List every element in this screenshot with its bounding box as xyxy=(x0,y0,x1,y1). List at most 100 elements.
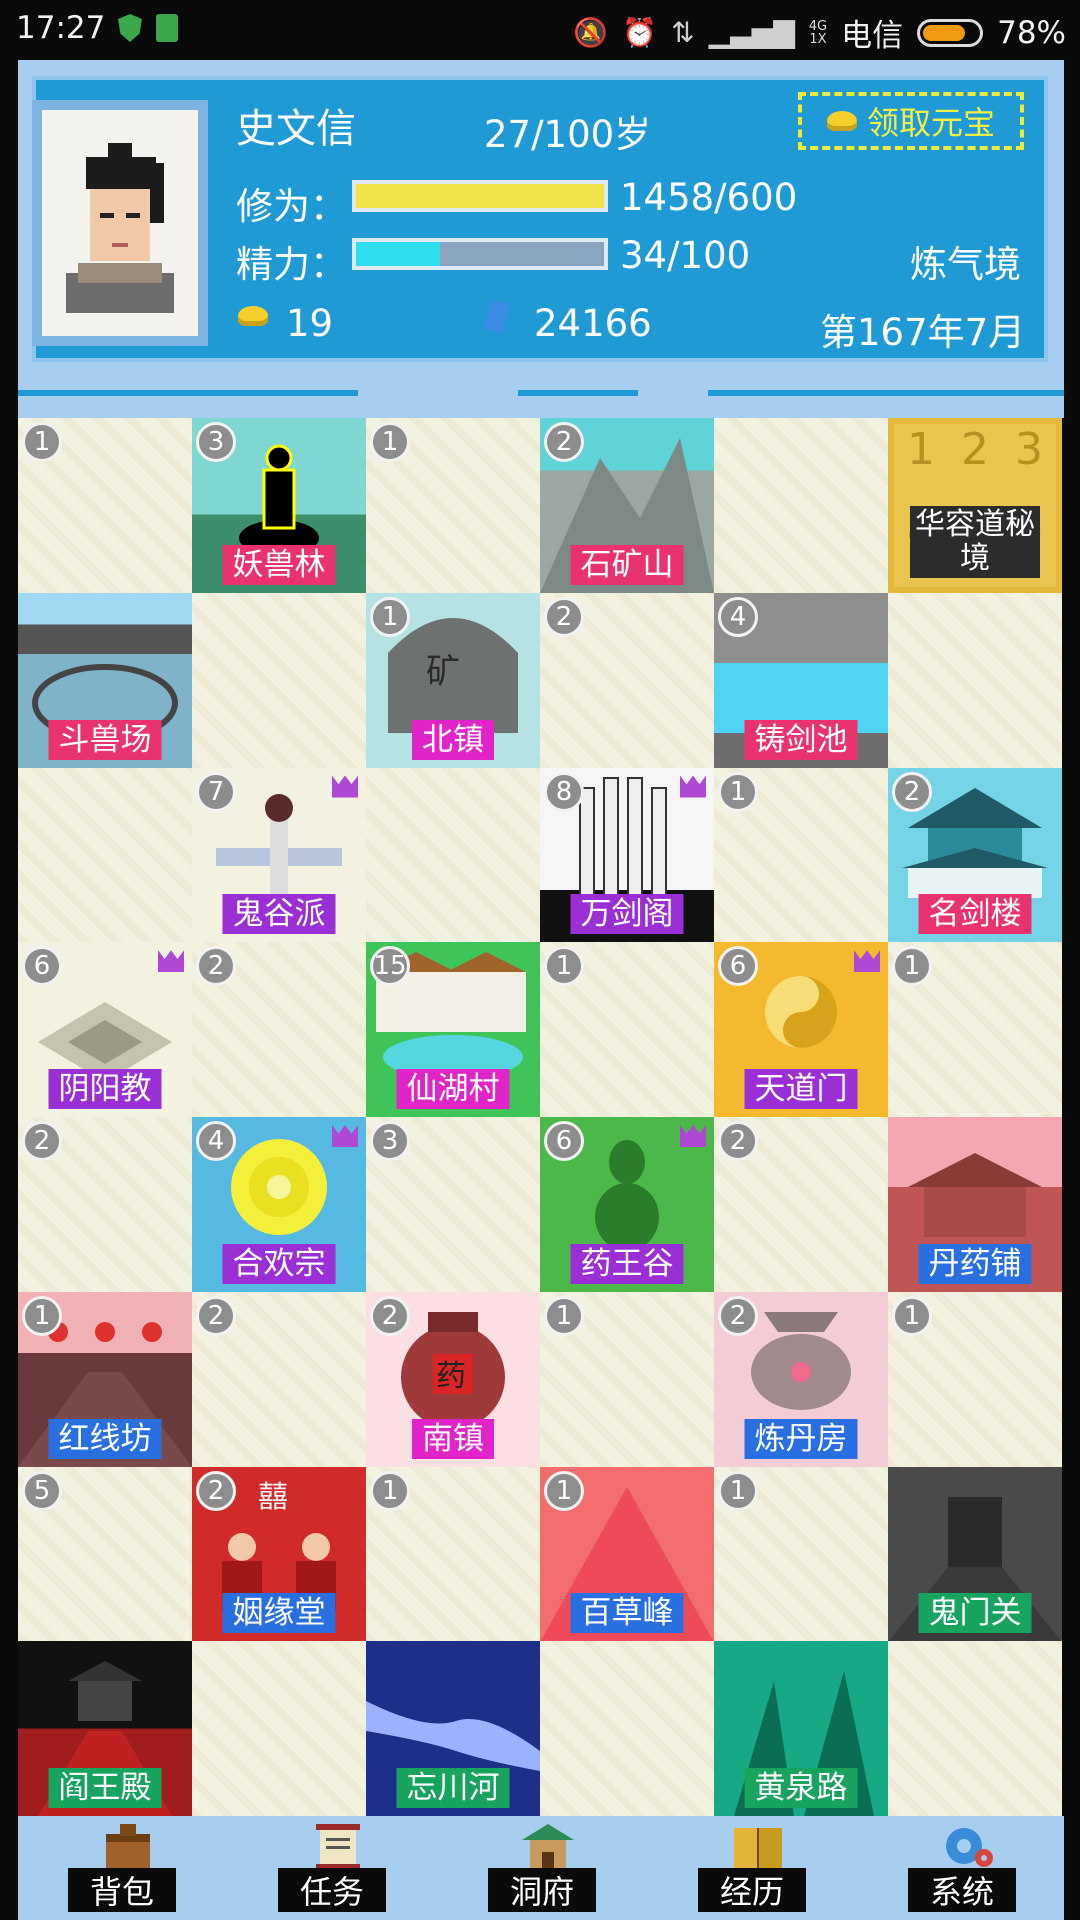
level-badge: 2 xyxy=(370,1295,410,1336)
puzzle-digit: 1 xyxy=(907,424,935,475)
alarm-icon: ⏰ xyxy=(622,16,658,49)
map-location[interactable]: 丹药铺 xyxy=(888,1117,1062,1292)
map-tile-empty: 2 xyxy=(18,1117,192,1292)
location-label: 铸剑池 xyxy=(744,719,858,760)
level-badge: 8 xyxy=(544,771,584,812)
shield-icon xyxy=(118,14,142,42)
map-location[interactable]: 6 药王谷 xyxy=(540,1117,714,1292)
scroll-icon xyxy=(316,1824,360,1870)
crystal-amount: 24166 xyxy=(534,302,652,345)
cultivation-bar xyxy=(352,180,608,212)
location-label: 妖兽林 xyxy=(222,544,336,585)
realm-label: 炼气境 xyxy=(910,243,1021,286)
map-location[interactable]: 鬼门关 xyxy=(888,1466,1062,1642)
map-tile-empty: 1 xyxy=(540,942,714,1117)
energy-bar xyxy=(352,238,608,270)
map-location[interactable]: 忘川河 xyxy=(366,1641,540,1816)
location-label: 鬼谷派 xyxy=(222,894,336,935)
game-date: 第167年7月 xyxy=(820,311,1026,354)
map-tile-empty xyxy=(192,592,366,768)
location-label: 天道门 xyxy=(744,1069,858,1109)
nav-bag[interactable]: 背包 xyxy=(58,1816,198,1920)
map-location[interactable]: 黄泉路 xyxy=(714,1641,888,1816)
book-icon xyxy=(734,1828,782,1868)
map-tile-empty xyxy=(888,1641,1062,1816)
mute-icon: 🔕 xyxy=(573,16,609,49)
map-location[interactable]: 4 合欢宗 xyxy=(192,1117,366,1292)
player-portrait[interactable] xyxy=(32,100,208,346)
map-location[interactable]: 3 妖兽林 xyxy=(192,418,366,593)
level-badge: 2 xyxy=(196,1295,236,1336)
bottom-nav: 背包 任务 洞府 经历 系统 xyxy=(18,1816,1064,1920)
level-badge: 1 xyxy=(22,422,62,462)
map-location[interactable]: 矿 1 北镇 xyxy=(366,592,540,768)
puzzle-digit: 3 xyxy=(1015,424,1043,475)
map-location[interactable]: 斗兽场 xyxy=(18,592,192,768)
bag-icon xyxy=(106,1824,150,1870)
location-label: 名剑楼 xyxy=(918,894,1032,935)
map-tile-empty: 1 xyxy=(366,1466,540,1642)
map-tile-empty: 1 xyxy=(714,1466,888,1642)
map-location[interactable]: 阎王殿 xyxy=(18,1641,192,1816)
nav-task[interactable]: 任务 xyxy=(268,1816,408,1920)
map-location[interactable]: 6 天道门 xyxy=(714,942,888,1117)
battery-icon xyxy=(917,18,984,47)
map-tile-empty: 5 xyxy=(18,1466,192,1642)
map-location[interactable]: 6 阴阳教 xyxy=(18,942,192,1117)
sim-icon xyxy=(156,14,178,42)
location-label: 姻缘堂 xyxy=(222,1593,336,1634)
map-location[interactable]: 2 石矿山 xyxy=(540,418,714,593)
map-location[interactable]: 2 名剑楼 xyxy=(888,767,1062,943)
level-badge: 2 xyxy=(544,422,584,462)
level-badge: 4 xyxy=(718,596,758,637)
map-tile-empty xyxy=(192,1641,366,1816)
level-badge: 1 xyxy=(718,771,758,812)
map-tile-empty: 1 xyxy=(540,1291,714,1467)
map-location[interactable]: 2 炼丹房 xyxy=(714,1291,888,1467)
energy-label: 精力： xyxy=(236,243,347,286)
nav-cave[interactable]: 洞府 xyxy=(478,1816,618,1920)
map-location[interactable]: 4 铸剑池 xyxy=(714,592,888,768)
level-badge: 7 xyxy=(196,771,236,812)
map-location[interactable]: 1 百草峰 xyxy=(540,1466,714,1642)
level-badge: 2 xyxy=(196,1470,236,1511)
level-badge: 1 xyxy=(718,1470,758,1511)
nav-history[interactable]: 经历 xyxy=(688,1816,828,1920)
level-badge: 2 xyxy=(718,1121,758,1161)
map-location[interactable]: 囍 2 姻缘堂 xyxy=(192,1466,366,1642)
map-tile-empty: 2 xyxy=(540,592,714,768)
location-label: 南镇 xyxy=(412,1418,494,1459)
status-bar: 17:27 🔕 ⏰ ⇅ ▁▃▅▇ 4G 1X 电信 78% xyxy=(0,0,1080,58)
house-icon xyxy=(522,1824,574,1870)
map-location[interactable]: 药 2 南镇 xyxy=(366,1291,540,1467)
battery-percent: 78% xyxy=(997,14,1066,51)
level-badge: 1 xyxy=(370,422,410,462)
map-location[interactable]: 15 仙湖村 xyxy=(366,942,540,1117)
map-location[interactable]: 8 万剑阁 xyxy=(540,767,714,943)
location-label: 丹药铺 xyxy=(918,1243,1032,1284)
claim-ingot-button[interactable]: 领取元宝 xyxy=(798,92,1024,150)
energy-value: 34/100 xyxy=(620,234,751,277)
level-badge: 5 xyxy=(22,1470,62,1511)
player-name: 史文信 xyxy=(236,106,356,152)
level-badge: 3 xyxy=(196,422,236,462)
location-label: 万剑阁 xyxy=(570,894,684,935)
ingot-icon xyxy=(826,111,857,131)
location-label: 忘川河 xyxy=(396,1768,510,1808)
map-location[interactable]: 1 红线坊 xyxy=(18,1291,192,1467)
svg-text:囍: 囍 xyxy=(258,1480,288,1515)
nav-system[interactable]: 系统 xyxy=(898,1816,1038,1920)
location-label: 北镇 xyxy=(412,719,494,760)
map-tile-empty xyxy=(540,1641,714,1816)
svg-text:药: 药 xyxy=(436,1359,466,1394)
map-location[interactable]: 7 鬼谷派 xyxy=(192,767,366,943)
level-badge: 2 xyxy=(544,596,584,637)
svg-text:矿: 矿 xyxy=(426,652,460,692)
location-label: 阴阳教 xyxy=(48,1069,162,1109)
level-badge: 3 xyxy=(370,1121,410,1161)
player-age: 27/100岁 xyxy=(484,113,652,156)
carrier-name: 电信 xyxy=(841,18,904,54)
location-label: 华容道秘境 xyxy=(910,506,1040,578)
location-label: 鬼门关 xyxy=(918,1593,1032,1634)
map-location[interactable]: 123456华容道秘境 xyxy=(888,418,1062,593)
